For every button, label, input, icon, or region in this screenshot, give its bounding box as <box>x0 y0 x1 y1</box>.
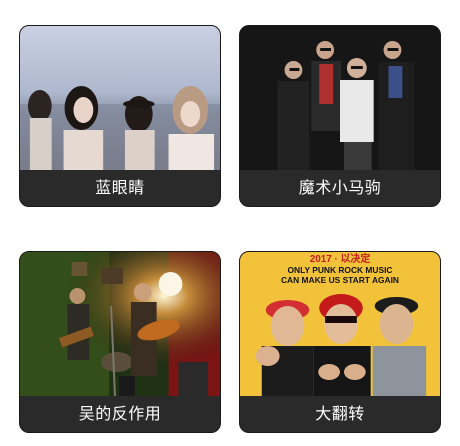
band-grid: 蓝眼睛 魔术小马驹 吴的反作用 2017 · 以决定 ONLY PUNK ROC… <box>0 0 460 446</box>
poster-line-1: ONLY PUNK ROCK MUSIC <box>288 265 393 275</box>
band-photo: 2017 · 以决定 ONLY PUNK ROCK MUSIC CAN MAKE… <box>240 252 440 398</box>
band-photo <box>20 252 220 398</box>
band-name: 大翻转 <box>240 396 440 432</box>
band-card-wudefanzuoyong[interactable]: 吴的反作用 <box>19 251 221 433</box>
band-card-moshuxiaomaju[interactable]: 魔术小马驹 <box>239 25 441 207</box>
band-card-dafanzhuan[interactable]: 2017 · 以决定 ONLY PUNK ROCK MUSIC CAN MAKE… <box>239 251 441 433</box>
band-name: 蓝眼睛 <box>20 170 220 206</box>
band-photo <box>20 26 220 172</box>
band-card-lanyanjing[interactable]: 蓝眼睛 <box>19 25 221 207</box>
poster-headline: 2017 · 以决定 <box>310 252 371 265</box>
band-photo <box>240 26 440 172</box>
band-name: 吴的反作用 <box>20 396 220 432</box>
band-name: 魔术小马驹 <box>240 170 440 206</box>
poster-line-2: CAN MAKE US START AGAIN <box>281 275 399 285</box>
